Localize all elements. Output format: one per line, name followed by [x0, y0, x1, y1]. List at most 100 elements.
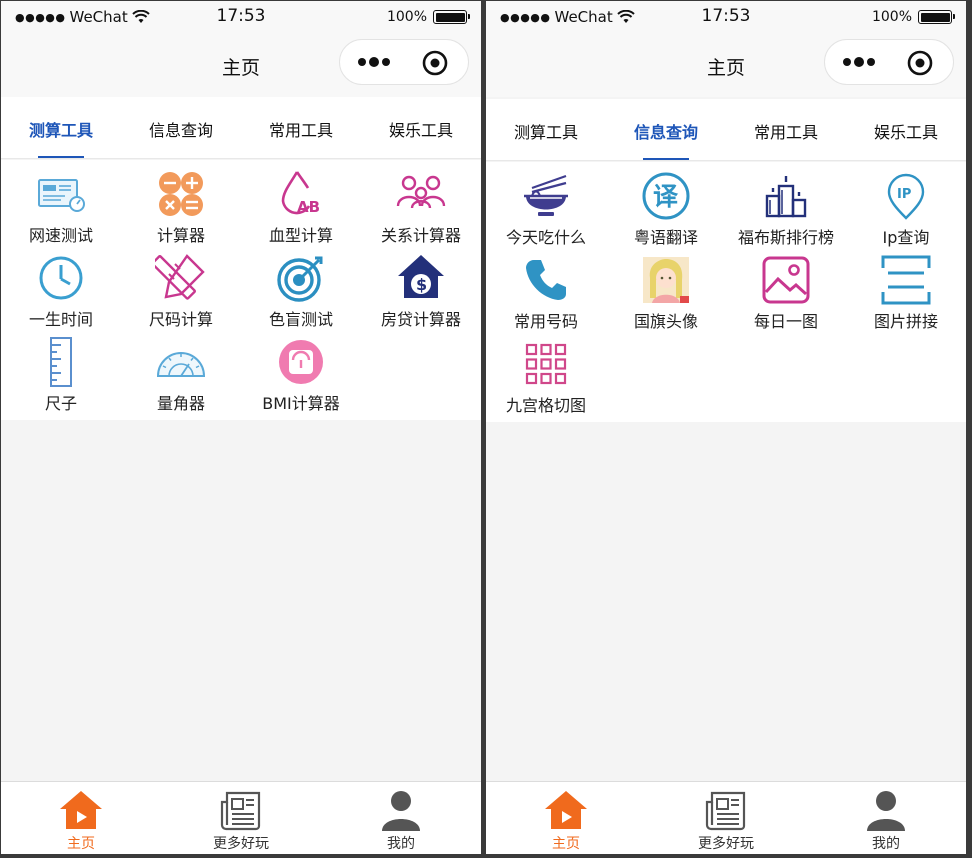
tab-fun-tools[interactable]: 娱乐工具 — [361, 97, 481, 158]
tool-label: 房贷计算器 — [380, 310, 461, 329]
house-dollar-icon: $ — [395, 252, 447, 304]
bottom-tabbar: 主页 更多好玩 我的 — [486, 781, 966, 854]
tabbar-label: 主页 — [67, 836, 95, 852]
ruler-icon — [35, 336, 87, 388]
tool-label: 粤语翻译 — [633, 228, 698, 247]
ruler-pencil-icon — [155, 252, 207, 304]
tabbar-home[interactable]: 主页 — [486, 782, 646, 854]
bottom-tabbar: 主页 更多好玩 我的 — [1, 781, 481, 854]
target-dartboard-icon — [275, 252, 327, 304]
target-icon[interactable] — [907, 50, 933, 76]
tool-speed-test[interactable]: 网速测试 — [1, 160, 121, 245]
family-icon — [395, 168, 447, 220]
newspaper-icon — [704, 788, 748, 832]
tool-grid: 今天吃什么 译 粤语翻译 福布斯排行榜 IP Ip查询 常用号码 国旗头像 每日… — [486, 162, 966, 422]
tool-nine-grid[interactable]: 九宫格切图 — [486, 330, 606, 415]
tool-label: 国旗头像 — [633, 312, 698, 331]
tool-label: 关系计算器 — [380, 226, 461, 245]
phone-screen-right: ●●●●● WeChat 17:53 100% 主页 测算工具 信息查询 常用工… — [486, 1, 966, 854]
tool-life-time[interactable]: 一生时间 — [1, 244, 121, 329]
tab-info-query[interactable]: 信息查询 — [606, 99, 726, 160]
tabbar-label: 我的 — [387, 836, 415, 852]
tool-label: 量角器 — [156, 394, 205, 413]
tool-label: BMI计算器 — [262, 394, 340, 413]
translate-icon: 译 — [640, 170, 692, 222]
tabbar-mine[interactable]: 我的 — [806, 782, 966, 854]
tool-label: 图片拼接 — [873, 312, 938, 331]
tool-ip-query[interactable]: IP Ip查询 — [846, 162, 966, 247]
image-icon — [760, 254, 812, 306]
tool-flag-avatar[interactable]: 国旗头像 — [606, 246, 726, 331]
tab-measure-tools[interactable]: 测算工具 — [1, 97, 121, 158]
battery-percent: 100% — [871, 9, 912, 25]
calculator-icon — [155, 168, 207, 220]
tool-label: 一生时间 — [28, 310, 93, 329]
tool-label: 常用号码 — [513, 312, 578, 331]
tool-label: 尺子 — [44, 394, 77, 413]
tool-cantonese-translate[interactable]: 译 粤语翻译 — [606, 162, 726, 247]
tabbar-home[interactable]: 主页 — [1, 782, 161, 854]
tabbar-mine[interactable]: 我的 — [321, 782, 481, 854]
more-dots-icon[interactable] — [356, 52, 396, 72]
blood-type-icon: AB — [275, 168, 327, 220]
tabbar-label: 主页 — [552, 836, 580, 852]
tool-label: 今天吃什么 — [505, 228, 586, 247]
nav-bar: 主页 — [1, 35, 481, 97]
tabbar-more-fun[interactable]: 更多好玩 — [646, 782, 806, 854]
home-play-icon — [59, 788, 103, 832]
status-right: 100% — [386, 9, 470, 25]
tool-daily-picture[interactable]: 每日一图 — [726, 246, 846, 331]
user-icon — [379, 788, 423, 832]
tool-color-blind[interactable]: 色盲测试 — [241, 244, 361, 329]
tool-ruler[interactable]: 尺子 — [1, 328, 121, 413]
battery-icon — [918, 10, 955, 24]
user-icon — [864, 788, 908, 832]
capsule-divider — [405, 51, 406, 75]
tool-label: 血型计算 — [268, 226, 333, 245]
protractor-icon — [155, 336, 207, 388]
tab-common-tools[interactable]: 常用工具 — [241, 97, 361, 158]
scale-icon — [275, 336, 327, 388]
tool-label: 网速测试 — [28, 226, 93, 245]
svg-text:译: 译 — [653, 182, 679, 211]
tool-blood-type[interactable]: AB 血型计算 — [241, 160, 361, 245]
nav-bar: 主页 — [486, 35, 966, 97]
tabbar-label: 我的 — [872, 836, 900, 852]
nine-grid-icon — [520, 338, 572, 390]
tool-forbes-rank[interactable]: 福布斯排行榜 — [726, 162, 846, 247]
tool-label: 色盲测试 — [268, 310, 333, 329]
tool-bmi[interactable]: BMI计算器 — [241, 328, 361, 413]
tool-protractor[interactable]: 量角器 — [121, 328, 241, 413]
battery-percent: 100% — [386, 9, 427, 25]
tool-calculator[interactable]: 计算器 — [121, 160, 241, 245]
tool-label: 计算器 — [156, 226, 205, 245]
category-tabs: 测算工具 信息查询 常用工具 娱乐工具 — [486, 99, 966, 161]
tool-family-relation[interactable]: 关系计算器 — [361, 160, 481, 245]
more-dots-icon[interactable] — [841, 52, 881, 72]
mini-program-capsule — [824, 39, 954, 85]
speed-test-icon — [35, 168, 87, 220]
tool-mortgage[interactable]: $ 房贷计算器 — [361, 244, 481, 329]
tab-measure-tools[interactable]: 测算工具 — [486, 99, 606, 160]
category-tabs: 测算工具 信息查询 常用工具 娱乐工具 — [1, 97, 481, 159]
tool-common-numbers[interactable]: 常用号码 — [486, 246, 606, 331]
svg-text:IP: IP — [897, 187, 911, 202]
home-play-icon — [544, 788, 588, 832]
image-stitch-icon — [880, 254, 932, 306]
svg-text:AB: AB — [297, 198, 320, 216]
target-icon[interactable] — [422, 50, 448, 76]
ip-location-icon: IP — [880, 170, 932, 222]
mini-program-capsule — [339, 39, 469, 85]
tabbar-more-fun[interactable]: 更多好玩 — [161, 782, 321, 854]
noodle-bowl-icon — [520, 170, 572, 222]
tool-image-stitch[interactable]: 图片拼接 — [846, 246, 966, 331]
tool-what-to-eat[interactable]: 今天吃什么 — [486, 162, 606, 247]
status-right: 100% — [871, 9, 955, 25]
tab-fun-tools[interactable]: 娱乐工具 — [846, 99, 966, 160]
tab-info-query[interactable]: 信息查询 — [121, 97, 241, 158]
tab-common-tools[interactable]: 常用工具 — [726, 99, 846, 160]
tool-label: 尺码计算 — [148, 310, 213, 329]
avatar-portrait-icon — [640, 254, 692, 306]
tool-size-calc[interactable]: 尺码计算 — [121, 244, 241, 329]
phone-screen-left: ●●●●● WeChat 17:53 100% 主页 测算工具 信息查询 常用工… — [1, 1, 481, 854]
